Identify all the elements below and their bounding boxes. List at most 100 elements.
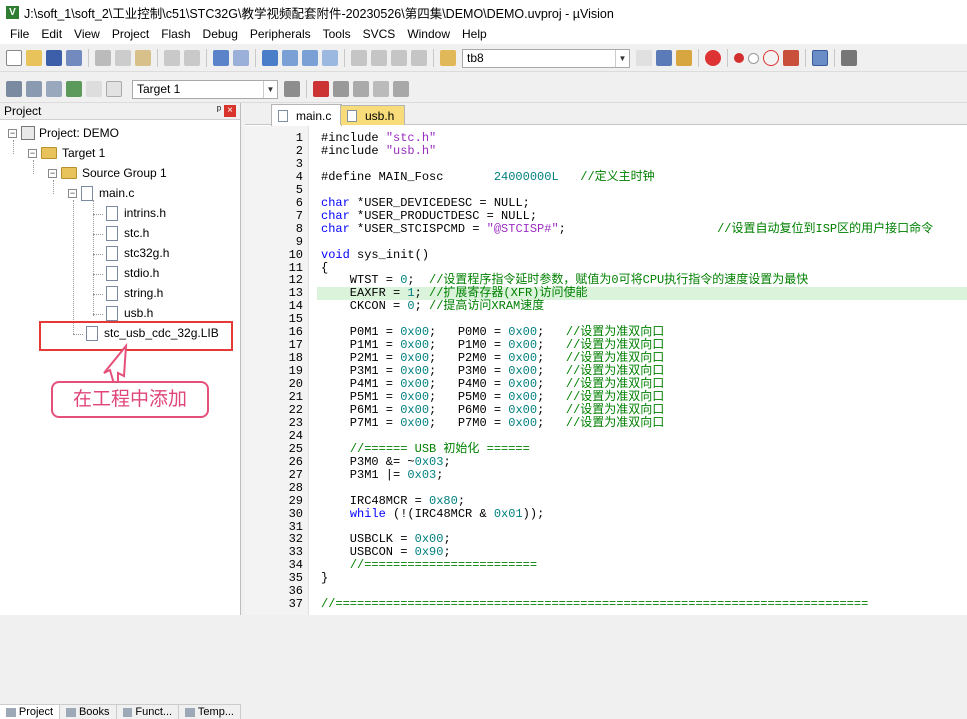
code-line[interactable]: } [321, 572, 328, 585]
indent-icon[interactable] [351, 50, 367, 66]
close-icon[interactable]: × [224, 105, 236, 117]
menu-debug[interactable]: Debug [197, 27, 244, 41]
software-packs-icon[interactable] [393, 81, 409, 97]
tree-include-file[interactable]: string.h [106, 284, 163, 302]
c-file-icon [81, 185, 93, 201]
prev-bookmark-icon[interactable] [282, 50, 298, 66]
stop-build-icon[interactable] [86, 81, 102, 97]
disable-breakpoints-icon[interactable] [763, 50, 779, 66]
rebuild-icon[interactable] [46, 81, 62, 97]
chevron-down-icon[interactable]: ▼ [615, 49, 629, 67]
menu-view[interactable]: View [68, 27, 106, 41]
code-line[interactable]: char *USER_STCISPCMD = "@STCISP#"; //设置自… [321, 222, 933, 236]
tree-file-main-c[interactable]: − main.c [68, 184, 134, 202]
tab-functions[interactable]: Funct... [117, 705, 180, 719]
pack-installer-icon[interactable] [373, 81, 389, 97]
find-in-files-icon[interactable] [440, 50, 456, 66]
code-line[interactable]: char *USER_DEVICEDESC = NULL; [321, 196, 530, 210]
code-line[interactable]: while (!(IRC48MCR & 0x01)); [321, 507, 544, 521]
nav-forward-icon[interactable] [233, 50, 249, 66]
tree-include-file[interactable]: stc.h [106, 224, 149, 242]
menu-svcs[interactable]: SVCS [357, 27, 402, 41]
collapse-icon[interactable]: − [8, 128, 17, 138]
line-number: 3 [295, 156, 303, 171]
undo-icon[interactable] [164, 50, 180, 66]
save-icon[interactable] [46, 50, 62, 66]
pin-icon[interactable]: ᵖ [217, 104, 221, 116]
code-line[interactable]: #define MAIN_Fosc 24000000L //定义主时钟 [321, 170, 655, 184]
menu-peripherals[interactable]: Peripherals [244, 27, 317, 41]
code-line[interactable]: #include "usb.h" [321, 144, 436, 158]
tree-target[interactable]: − Target 1 [28, 144, 105, 162]
annotation-arrow-icon [103, 342, 128, 385]
open-folder-icon[interactable] [26, 50, 42, 66]
menu-flash[interactable]: Flash [155, 27, 196, 41]
clear-bookmarks-icon[interactable] [322, 50, 338, 66]
configure-icon[interactable] [841, 50, 857, 66]
replace-icon[interactable] [636, 50, 652, 66]
target-select[interactable]: Target 1 ▼ [132, 79, 278, 99]
code-view[interactable]: #include "stc.h" #include "usb.h" #define … [309, 126, 967, 615]
tree-include-file[interactable]: stdio.h [106, 264, 159, 282]
tab-main-c-label: main.c [296, 108, 332, 123]
tab-templates[interactable]: Temp... [179, 705, 241, 719]
cut-icon[interactable] [95, 50, 111, 66]
target-options-icon[interactable] [284, 81, 300, 97]
download-load-icon[interactable] [106, 81, 122, 97]
redo-icon[interactable] [184, 50, 200, 66]
code-line[interactable]: //======================================… [321, 598, 868, 611]
kill-breakpoints-icon[interactable] [783, 50, 799, 66]
tab-books[interactable]: Books [60, 705, 117, 719]
line-number: 7 [295, 208, 303, 223]
window-layout-icon[interactable] [812, 50, 828, 66]
translate-icon[interactable] [6, 81, 22, 97]
collapse-icon[interactable]: − [28, 148, 37, 158]
comment-icon[interactable] [391, 50, 407, 66]
manage-components-icon[interactable] [313, 81, 329, 97]
menu-tools[interactable]: Tools [317, 27, 357, 41]
copy-icon[interactable] [115, 50, 131, 66]
incremental-find-icon[interactable] [676, 50, 692, 66]
code-line[interactable]: P3M1 |= 0x03; [321, 468, 444, 482]
line-number: 1 [295, 131, 303, 145]
code-line[interactable]: IRC48MCR = 0x80; [321, 494, 465, 508]
code-line[interactable]: void sys_init() [321, 248, 429, 262]
menu-help[interactable]: Help [456, 27, 493, 41]
select-pack-icon[interactable] [333, 81, 349, 97]
tree-include-file[interactable]: intrins.h [106, 204, 166, 222]
manage-run-time-icon[interactable] [353, 81, 369, 97]
collapse-icon[interactable]: − [68, 188, 77, 198]
batch-build-icon[interactable] [66, 81, 82, 97]
nav-back-icon[interactable] [213, 50, 229, 66]
tree-source-group[interactable]: − Source Group 1 [48, 164, 167, 182]
code-line[interactable]: P7M1 = 0x00; P7M0 = 0x00; //设置为准双向口 [321, 416, 664, 430]
tab-usb-h[interactable]: usb.h [340, 105, 406, 125]
enable-breakpoint-icon[interactable] [748, 52, 759, 64]
save-all-icon[interactable] [66, 50, 82, 66]
next-bookmark-icon[interactable] [302, 50, 318, 66]
find-icon[interactable] [656, 50, 672, 66]
code-line[interactable]: //======================== [321, 559, 537, 572]
tree-project-root[interactable]: − Project: DEMO [8, 124, 119, 142]
build-icon[interactable] [26, 81, 42, 97]
find-combo[interactable]: tb8 ▼ [462, 48, 630, 68]
uncomment-icon[interactable] [411, 50, 427, 66]
tab-main-c[interactable]: main.c [271, 104, 343, 126]
menu-project[interactable]: Project [106, 27, 155, 41]
tree-include-file[interactable]: stc32g.h [106, 244, 169, 262]
tab-project[interactable]: Project [0, 705, 61, 719]
menu-file[interactable]: File [4, 27, 35, 41]
code-line[interactable]: CKCON = 0; //提高访问XRAM速度 [321, 300, 544, 313]
paste-icon[interactable] [135, 50, 151, 66]
insert-breakpoint-icon[interactable] [734, 53, 744, 63]
tree-include-file[interactable]: usb.h [106, 304, 153, 322]
line-number: 8 [295, 221, 303, 236]
menu-window[interactable]: Window [401, 27, 456, 41]
bookmark-icon[interactable] [262, 50, 278, 66]
unindent-icon[interactable] [371, 50, 387, 66]
collapse-icon[interactable]: − [48, 168, 57, 178]
chevron-down-icon[interactable]: ▼ [263, 80, 277, 98]
new-file-icon[interactable] [6, 50, 22, 66]
debug-session-icon[interactable] [705, 50, 721, 66]
menu-edit[interactable]: Edit [35, 27, 68, 41]
